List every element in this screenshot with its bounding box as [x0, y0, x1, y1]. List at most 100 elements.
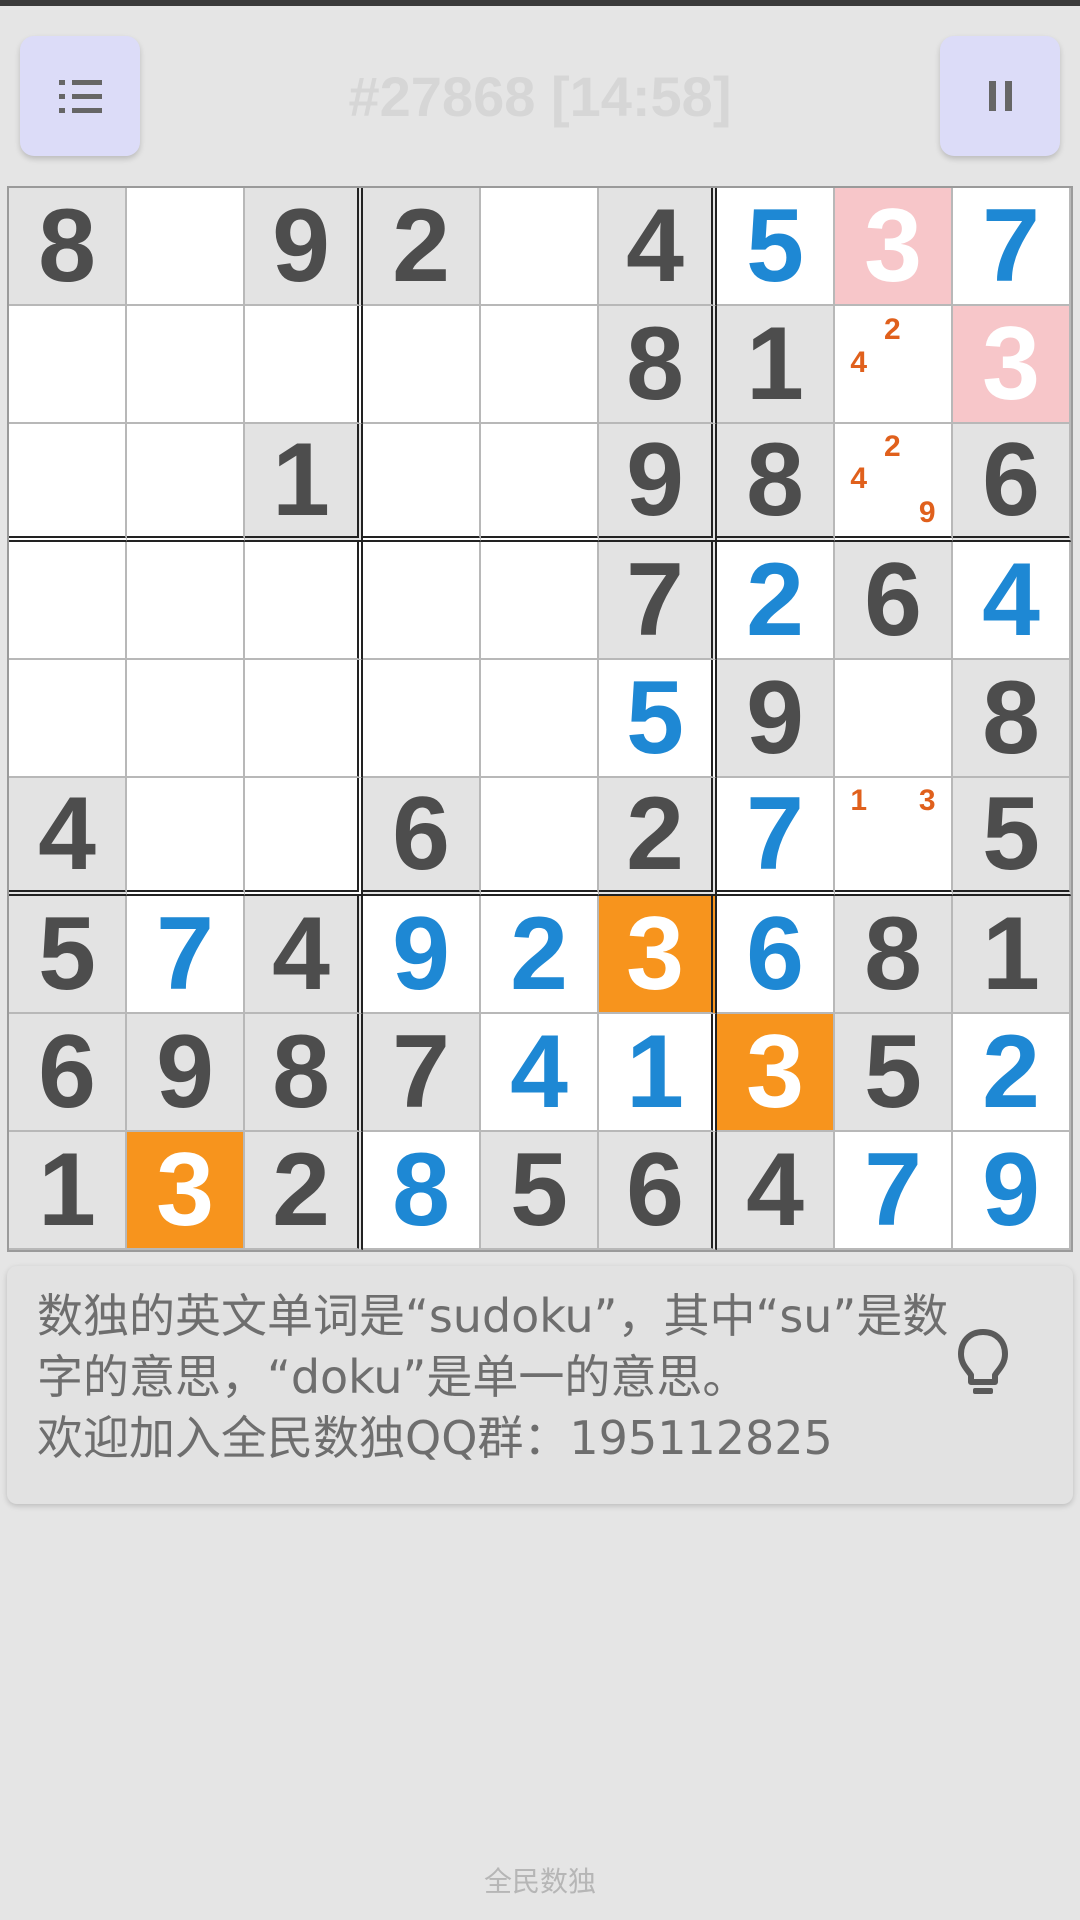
cell-r6c2[interactable] — [127, 778, 245, 896]
cell-r1c4[interactable]: 2 — [363, 188, 481, 306]
cell-r3c9[interactable]: 6 — [953, 424, 1071, 542]
cell-r8c3[interactable]: 8 — [245, 1014, 363, 1132]
cell-r4c1[interactable] — [9, 542, 127, 660]
cell-digit: 1 — [626, 1014, 684, 1130]
cell-r8c1[interactable]: 6 — [9, 1014, 127, 1132]
cell-r5c6[interactable]: 5 — [599, 660, 717, 778]
cell-digit: 9 — [626, 422, 684, 538]
cell-r8c4[interactable]: 7 — [363, 1014, 481, 1132]
cell-r6c4[interactable]: 6 — [363, 778, 481, 896]
cell-r5c4[interactable] — [363, 660, 481, 778]
cell-r2c1[interactable] — [9, 306, 127, 424]
cell-r2c9[interactable]: 3 — [953, 306, 1071, 424]
pencil-note: 4 — [850, 346, 868, 380]
cell-digit: 1 — [746, 306, 804, 422]
cell-r6c6[interactable]: 2 — [599, 778, 717, 896]
cell-r3c5[interactable] — [481, 424, 599, 542]
cell-r4c5[interactable] — [481, 542, 599, 660]
cell-r1c6[interactable]: 4 — [599, 188, 717, 306]
cell-r5c5[interactable] — [481, 660, 599, 778]
cell-r3c1[interactable] — [9, 424, 127, 542]
cell-r4c9[interactable]: 4 — [953, 542, 1071, 660]
pause-button[interactable] — [940, 36, 1060, 156]
cell-r4c2[interactable] — [127, 542, 245, 660]
cell-r6c3[interactable] — [245, 778, 363, 896]
cell-r6c8[interactable]: 13 — [835, 778, 953, 896]
cell-r4c6[interactable]: 7 — [599, 542, 717, 660]
cell-r4c7[interactable]: 2 — [717, 542, 835, 660]
cell-r5c1[interactable] — [9, 660, 127, 778]
cell-r9c8[interactable]: 7 — [835, 1132, 953, 1250]
tip-line-2: 字的意思，“doku”是单一的意思。 — [37, 1350, 749, 1404]
cell-r9c6[interactable]: 6 — [599, 1132, 717, 1250]
cell-r1c3[interactable]: 9 — [245, 188, 363, 306]
cell-r3c2[interactable] — [127, 424, 245, 542]
cell-r3c8[interactable]: 24 9 — [835, 424, 953, 542]
cell-r7c9[interactable]: 1 — [953, 896, 1071, 1014]
cell-r7c2[interactable]: 7 — [127, 896, 245, 1014]
cell-digit: 1 — [982, 896, 1040, 1012]
cell-r8c5[interactable]: 4 — [481, 1014, 599, 1132]
cell-r2c4[interactable] — [363, 306, 481, 424]
cell-r8c7[interactable]: 3 — [717, 1014, 835, 1132]
cell-r1c7[interactable]: 5 — [717, 188, 835, 306]
cell-r3c6[interactable]: 9 — [599, 424, 717, 542]
cell-digit: 1 — [38, 1132, 96, 1248]
app-footer-label: 全民数独 — [483, 1865, 596, 1898]
cell-r7c4[interactable]: 9 — [363, 896, 481, 1014]
cell-r5c3[interactable] — [245, 660, 363, 778]
cell-r9c9[interactable]: 9 — [953, 1132, 1071, 1250]
cell-r8c9[interactable]: 2 — [953, 1014, 1071, 1132]
cell-r6c1[interactable]: 4 — [9, 778, 127, 896]
cell-r2c3[interactable] — [245, 306, 363, 424]
cell-digit: 7 — [746, 776, 804, 892]
cell-r4c3[interactable] — [245, 542, 363, 660]
cell-r3c4[interactable] — [363, 424, 481, 542]
cell-r3c3[interactable]: 1 — [245, 424, 363, 542]
cell-r9c1[interactable]: 1 — [9, 1132, 127, 1250]
cell-r5c9[interactable]: 8 — [953, 660, 1071, 778]
cell-r7c7[interactable]: 6 — [717, 896, 835, 1014]
cell-r1c5[interactable] — [481, 188, 599, 306]
cell-r9c7[interactable]: 4 — [717, 1132, 835, 1250]
cell-r4c8[interactable]: 6 — [835, 542, 953, 660]
lightbulb-icon[interactable] — [955, 1326, 1011, 1402]
cell-r5c7[interactable]: 9 — [717, 660, 835, 778]
cell-r8c2[interactable]: 9 — [127, 1014, 245, 1132]
cell-r7c3[interactable]: 4 — [245, 896, 363, 1014]
cell-digit: 5 — [864, 1014, 922, 1130]
cell-digit: 3 — [156, 1132, 214, 1248]
puzzle-title: #27868 [14:58] — [348, 64, 732, 128]
menu-button[interactable] — [20, 36, 140, 156]
cell-r5c2[interactable] — [127, 660, 245, 778]
cell-r9c4[interactable]: 8 — [363, 1132, 481, 1250]
cell-r1c8[interactable]: 3 — [835, 188, 953, 306]
cell-r4c4[interactable] — [363, 542, 481, 660]
cell-r7c1[interactable]: 5 — [9, 896, 127, 1014]
cell-digit: 9 — [746, 660, 804, 776]
cell-r7c5[interactable]: 2 — [481, 896, 599, 1014]
cell-digit: 7 — [864, 1132, 922, 1248]
cell-r1c2[interactable] — [127, 188, 245, 306]
cell-r3c7[interactable]: 8 — [717, 424, 835, 542]
cell-r9c3[interactable]: 2 — [245, 1132, 363, 1250]
cell-r6c9[interactable]: 5 — [953, 778, 1071, 896]
cell-r1c1[interactable]: 8 — [9, 188, 127, 306]
cell-r7c8[interactable]: 8 — [835, 896, 953, 1014]
cell-r2c5[interactable] — [481, 306, 599, 424]
cell-r8c6[interactable]: 1 — [599, 1014, 717, 1132]
cell-r5c8[interactable] — [835, 660, 953, 778]
cell-digit: 8 — [38, 188, 96, 304]
cell-r8c8[interactable]: 5 — [835, 1014, 953, 1132]
cell-r6c5[interactable] — [481, 778, 599, 896]
cell-r7c6[interactable]: 3 — [599, 896, 717, 1014]
cell-r2c2[interactable] — [127, 306, 245, 424]
cell-r2c6[interactable]: 8 — [599, 306, 717, 424]
cell-r6c7[interactable]: 7 — [717, 778, 835, 896]
cell-r9c5[interactable]: 5 — [481, 1132, 599, 1250]
cell-r9c2[interactable]: 3 — [127, 1132, 245, 1250]
cell-r1c9[interactable]: 7 — [953, 188, 1071, 306]
cell-r2c7[interactable]: 1 — [717, 306, 835, 424]
cell-digit: 5 — [746, 188, 804, 304]
cell-r2c8[interactable]: 24 — [835, 306, 953, 424]
